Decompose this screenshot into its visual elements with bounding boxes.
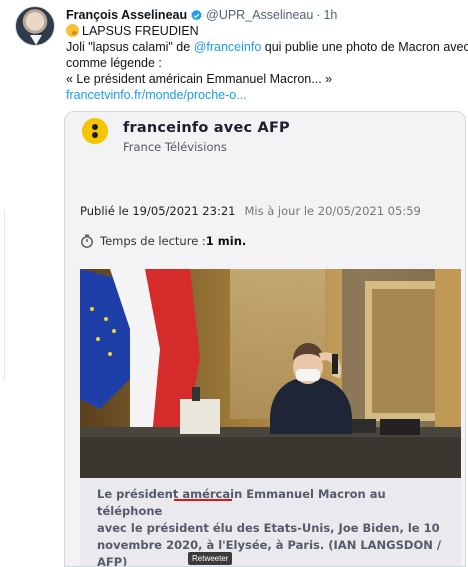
tweet-text: qui publie une photo de Macron avec <box>261 40 468 54</box>
typo-underline <box>174 499 232 501</box>
caption-line: avec le président élu des Etats-Unis, Jo… <box>97 521 440 535</box>
reading-time-value: 1 min. <box>205 234 247 248</box>
caption-line: AFP) <box>97 555 128 567</box>
retweet-tooltip: Retweeter <box>188 552 233 565</box>
tweet-time[interactable]: 1h <box>323 7 337 23</box>
reading-time: Temps de lecture : 1 min. <box>80 234 246 248</box>
macron-phone-photo <box>80 269 461 478</box>
caption-line: novembre 2020, à l'Elysée, à Paris. (IAN… <box>97 538 442 552</box>
reading-time-label: Temps de lecture : <box>100 234 206 248</box>
stopwatch-icon <box>81 234 93 248</box>
separator: · <box>316 8 321 22</box>
tweet-line-1: LAPSUS FREUDIEN <box>66 23 462 39</box>
avatar[interactable] <box>15 6 55 46</box>
tweet-line-3: comme légende : <box>66 56 162 70</box>
author-name[interactable]: François Asselineau <box>66 7 187 23</box>
link-preview-card[interactable]: franceinfo avec AFP France Télévisions P… <box>64 111 466 567</box>
updated-date: Mis à jour le 20/05/2021 05:59 <box>244 204 421 218</box>
verified-icon <box>191 9 202 20</box>
tweet-title: LAPSUS FREUDIEN <box>82 24 199 38</box>
caption-line: Le président amércain Emmanuel Macron au… <box>97 487 386 518</box>
tweet-line-2: Joli "lapsus calami" de @franceinfo qui … <box>66 39 468 55</box>
published-date: Publié le 19/05/2021 23:21 <box>80 204 236 218</box>
article-link[interactable]: francetvinfo.fr/monde/proche-o... <box>66 87 462 103</box>
source-subtitle: France Télévisions <box>123 140 227 154</box>
mention-link[interactable]: @franceinfo <box>194 40 262 54</box>
tweet-text: Joli "lapsus calami" de <box>66 40 194 54</box>
article-photo[interactable] <box>80 269 461 478</box>
tweet-line-4: « Le président américain Emmanuel Macron… <box>66 72 333 86</box>
left-divider <box>4 210 5 380</box>
article-dates: Publié le 19/05/2021 23:21 Mis à jour le … <box>80 204 421 218</box>
source-name: franceinfo avec AFP <box>123 120 290 136</box>
franceinfo-logo <box>82 118 108 144</box>
thinking-face-icon <box>66 24 79 37</box>
tweet-header: François Asselineau @UPR_Asselineau · 1h <box>66 7 462 23</box>
tweet: François Asselineau @UPR_Asselineau · 1h… <box>66 7 468 103</box>
photo-caption: Le président amércain Emmanuel Macron au… <box>80 478 461 567</box>
author-handle[interactable]: @UPR_Asselineau <box>206 7 313 23</box>
